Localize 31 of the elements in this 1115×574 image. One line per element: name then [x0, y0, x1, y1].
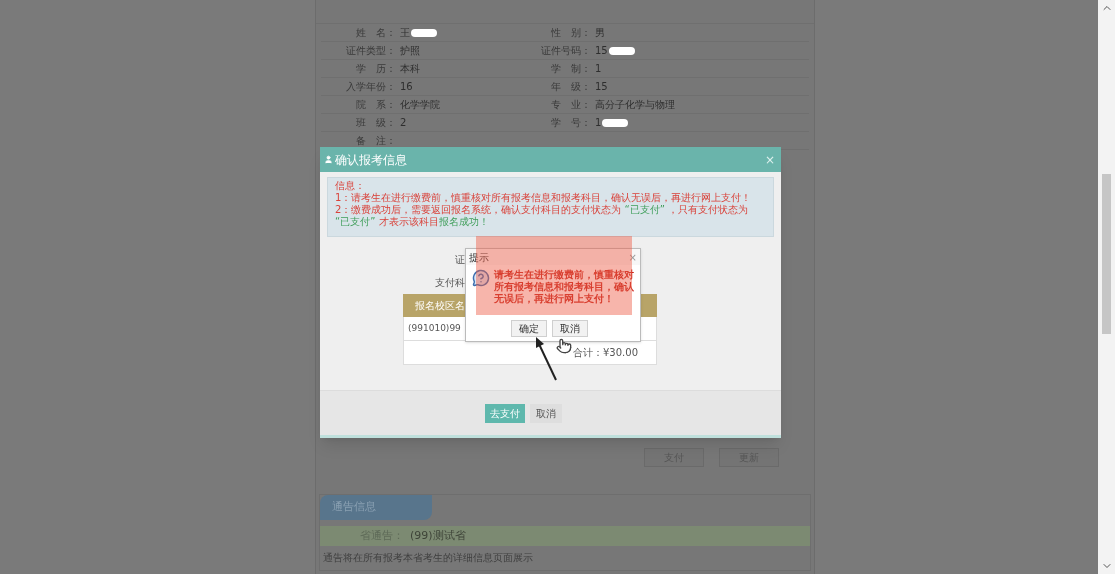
prompt-button[interactable]: 取消: [552, 320, 588, 337]
field-value: 1: [595, 62, 602, 76]
field-value: 男: [595, 26, 605, 40]
dialog-button[interactable]: 取消: [530, 403, 562, 423]
pointer-arrow: [533, 336, 559, 382]
field-value: 2: [400, 116, 407, 130]
field-value: 15: [595, 80, 608, 94]
notice-heading: 信息：: [335, 180, 366, 192]
field-value: 高分子化学与物理: [595, 98, 675, 112]
notice-line: 1：请考生在进行缴费前，慎重核对所有报考信息和报考科目，确认无误后，再进行网上支付！: [335, 192, 753, 204]
help-icon: [472, 269, 490, 287]
table-cell-text: (991010)99: [408, 321, 461, 335]
field-value: 1: [595, 116, 602, 130]
dialog-button[interactable]: 去支付: [485, 403, 525, 423]
scrollbar[interactable]: [1098, 0, 1115, 574]
total-amount: 合计：¥30.00: [573, 346, 638, 360]
dialog-title: 确认报考信息: [335, 151, 407, 169]
form-label: 支付科: [435, 276, 465, 290]
prompt-title: 提示: [469, 250, 489, 265]
prompt-button[interactable]: 确定: [511, 320, 547, 337]
notice-line: 2：缴费成功后，需要返回报名系统，确认支付科目的支付状态为 “已支付” ，只有支付状态为 “已支付” 才表示该科目报名成功！: [335, 204, 750, 228]
form-label: 证: [455, 253, 465, 267]
field-value: 护照: [400, 44, 420, 58]
province-value: (99)测试省: [410, 527, 466, 544]
column-header: 报名校区名: [415, 299, 465, 313]
scrollbar-thumb[interactable]: [1102, 174, 1111, 334]
field-value: 15: [595, 44, 608, 58]
field-value: 16: [400, 80, 413, 94]
field-value: 本科: [400, 62, 420, 76]
close-button[interactable]: ×: [764, 150, 777, 169]
user-icon: [324, 155, 333, 164]
